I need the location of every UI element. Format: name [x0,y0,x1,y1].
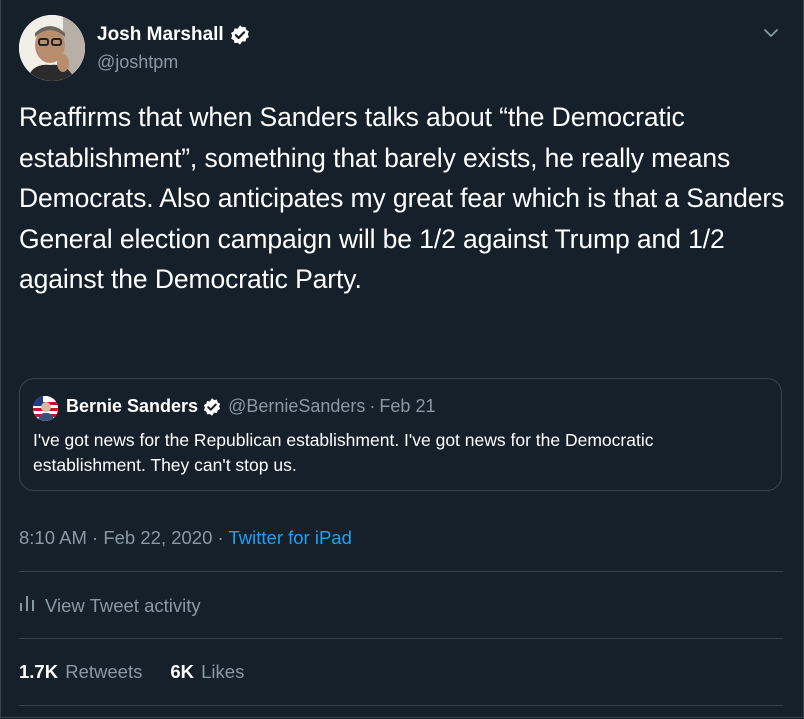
quoted-tweet-text: I've got news for the Republican establi… [33,430,654,475]
engagement-stats: 1.7K Retweets 6K Likes [19,661,244,683]
bar-chart-icon [19,594,35,617]
divider [19,638,783,639]
quoted-tweet-header: Bernie Sanders @BernieSanders · Feb 21 [66,396,435,417]
tweet-text: Reaffirms that when Sanders talks about … [19,102,785,294]
divider [19,705,783,706]
quoted-author-handle: @BernieSanders [228,396,366,416]
tweet-source-link[interactable]: Twitter for iPad [229,527,352,548]
quoted-author-name[interactable]: Bernie Sanders [66,396,198,417]
meta-separator: · [217,527,224,548]
divider [19,571,783,572]
author-name-text[interactable]: Josh Marshall [97,24,224,46]
view-tweet-activity-label: View Tweet activity [45,594,201,616]
retweets-count: 1.7K [19,661,59,682]
likes-stat[interactable]: 6K Likes [170,661,244,683]
quoted-author-avatar [33,396,58,421]
tweet-meta: 8:10 AM · Feb 22, 2020 · Twitter for iPa… [19,527,352,549]
author-name[interactable]: Josh Marshall [97,24,251,46]
tweet-time[interactable]: 8:10 AM [19,527,87,548]
likes-count: 6K [170,661,194,682]
chevron-down-icon[interactable] [762,26,780,40]
author-handle[interactable]: @joshtpm [97,52,178,73]
retweets-stat[interactable]: 1.7K Retweets [19,661,142,683]
verified-badge-icon [202,397,222,417]
likes-label: Likes [201,661,245,682]
quoted-tweet[interactable]: Bernie Sanders @BernieSanders · Feb 21 I… [19,378,782,491]
author-avatar[interactable] [19,15,85,81]
retweets-label: Retweets [65,661,143,682]
meta-separator: · [92,527,99,548]
view-tweet-activity-link[interactable]: View Tweet activity [19,594,201,617]
verified-badge-icon [229,24,251,46]
quoted-separator: · [369,396,376,416]
tweet-date[interactable]: Feb 22, 2020 [103,527,212,548]
quoted-tweet-date[interactable]: Feb 21 [379,396,435,417]
